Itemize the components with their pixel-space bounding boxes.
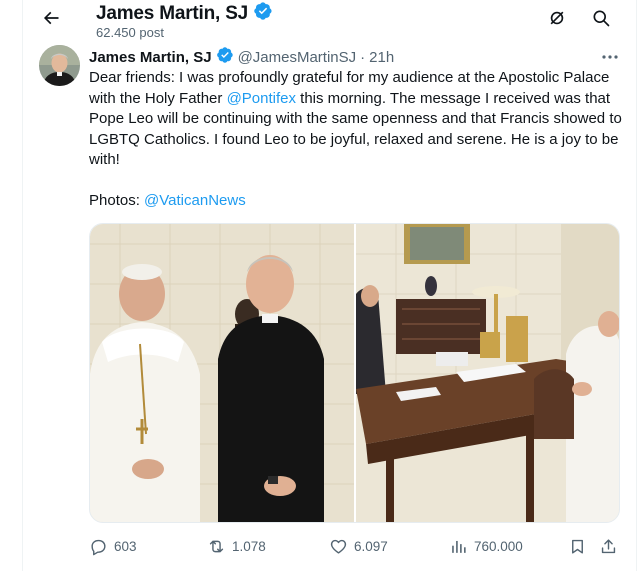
tweet-text: Dear friends: I was profoundly grateful …	[89, 68, 629, 211]
tweet-header: James Martin, SJ @JamesMartinSJ · 21h	[89, 46, 394, 68]
like-count: 6.097	[354, 538, 388, 554]
search-icon	[591, 8, 611, 33]
like-button[interactable]: 6.097	[329, 534, 388, 558]
arrow-left-icon	[41, 8, 61, 33]
reply-count: 603	[114, 538, 137, 554]
bookmark-button[interactable]	[568, 534, 587, 558]
header-display-name: James Martin, SJ	[96, 2, 249, 24]
tweet-body-paragraph: Dear friends: I was profoundly grateful …	[89, 68, 629, 171]
bookmark-icon	[568, 537, 587, 556]
reply-icon	[89, 537, 108, 556]
repost-button[interactable]: 1.078	[207, 534, 266, 558]
share-button[interactable]	[599, 534, 618, 558]
header-title-row: James Martin, SJ	[96, 1, 273, 26]
search-button[interactable]	[588, 7, 614, 33]
tweet-photos-credit: Photos: @VaticanNews	[89, 191, 629, 212]
author-avatar[interactable]	[39, 45, 80, 86]
repost-icon	[207, 537, 226, 556]
more-horizontal-icon	[601, 47, 619, 65]
more-options-button[interactable]	[598, 47, 622, 65]
tweet-photo-1[interactable]	[90, 224, 354, 522]
author-name[interactable]: James Martin, SJ	[89, 49, 212, 66]
grok-icon	[547, 8, 567, 33]
mention-pontifex[interactable]: @Pontifex	[227, 90, 296, 107]
separator-dot: ·	[360, 48, 366, 66]
author-handle[interactable]: @JamesMartinSJ	[238, 49, 357, 66]
reply-button[interactable]: 603	[89, 534, 137, 558]
photos-label: Photos:	[89, 191, 145, 209]
repost-count: 1.078	[232, 538, 266, 554]
tweet-timestamp[interactable]: 21h	[369, 49, 394, 66]
mention-vaticannews[interactable]: @VaticanNews	[144, 192, 246, 209]
heart-icon	[329, 537, 348, 556]
verified-badge-icon	[253, 1, 273, 26]
profile-header: James Martin, SJ 62.450 post	[23, 0, 636, 44]
views-count: 760.000	[474, 538, 523, 554]
grok-button[interactable]	[544, 7, 570, 33]
back-button[interactable]	[37, 6, 65, 34]
tweet-media-grid	[89, 223, 620, 523]
analytics-icon	[449, 537, 468, 556]
timeline-border-right	[636, 0, 637, 571]
share-icon	[599, 537, 618, 556]
views-button[interactable]: 760.000	[449, 534, 523, 558]
tweet-actions-bar: 603 1.078 6.097 760.000	[89, 534, 622, 558]
header-post-count: 62.450 post	[96, 25, 164, 40]
tweet-photo-2[interactable]	[355, 224, 619, 522]
verified-badge-icon	[216, 46, 234, 68]
timeline-border-left	[22, 0, 23, 571]
